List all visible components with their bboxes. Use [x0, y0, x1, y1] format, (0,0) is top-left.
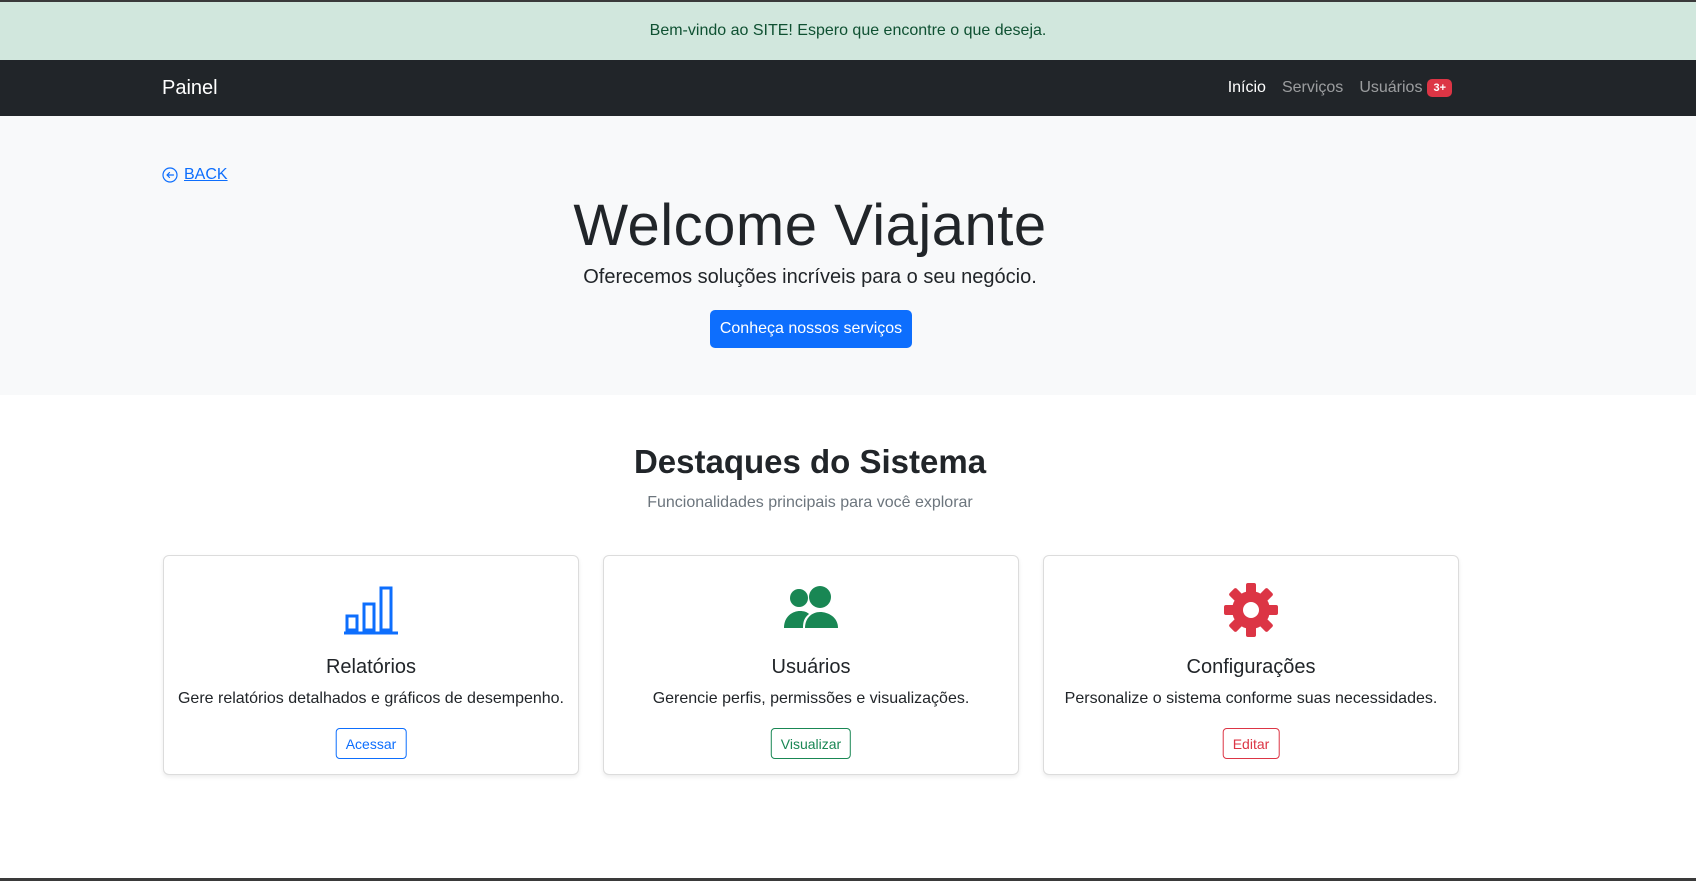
nav-item-label: Usuários: [1359, 79, 1423, 96]
hero-title: Welcome Viajante: [573, 193, 1047, 258]
hero-section: BACK Welcome Viajante Oferecemos soluçõe…: [0, 116, 1696, 395]
feature-card-usuarios: Usuários Gerencie perfis, permissões e v…: [603, 555, 1019, 775]
acessar-button[interactable]: Acessar: [335, 728, 407, 759]
card-text: Personalize o sistema conforme suas nece…: [1064, 690, 1438, 707]
card-title: Configurações: [1186, 656, 1316, 678]
feature-card-configuracoes: Configurações Personalize o sistema conf…: [1043, 555, 1459, 775]
nav-links: Início Serviços Usuários 3+: [1228, 60, 1452, 116]
welcome-alert: Bem-vindo ao SITE! Espero que encontre o…: [0, 0, 1696, 60]
feature-card-relatorios: Relatórios Gere relatórios detalhados e …: [163, 555, 579, 775]
card-text: Gerencie perfis, permissões e visualizaç…: [652, 690, 970, 707]
back-link[interactable]: BACK: [162, 166, 228, 184]
section-subtitle: Funcionalidades principais para você exp…: [647, 494, 973, 511]
people-icon: [784, 586, 838, 628]
cta-button[interactable]: Conheça nossos serviços: [710, 310, 912, 348]
editar-button[interactable]: Editar: [1222, 728, 1280, 759]
alert-text: Bem-vindo ao SITE! Espero que encontre o…: [649, 22, 1047, 39]
card-title: Relatórios: [325, 656, 417, 678]
navbar-brand[interactable]: Painel: [162, 60, 218, 116]
nav-item-label: Início: [1227, 79, 1266, 96]
hero-subtitle: Oferecemos soluções incríveis para o seu…: [583, 266, 1037, 288]
nav-item-inicio[interactable]: Início: [1228, 79, 1266, 97]
visualizar-button[interactable]: Visualizar: [770, 728, 852, 759]
gear-icon: [1224, 583, 1278, 637]
nav-item-servicos[interactable]: Serviços: [1282, 79, 1343, 97]
bar-chart-icon: [344, 586, 398, 635]
card-title: Usuários: [771, 656, 851, 678]
page: Bem-vindo ao SITE! Espero que encontre o…: [0, 0, 1696, 881]
arrow-left-circle-icon: [162, 167, 178, 183]
nav-item-usuarios[interactable]: Usuários 3+: [1359, 79, 1452, 97]
notification-badge: 3+: [1427, 79, 1452, 97]
back-label: BACK: [184, 166, 228, 183]
nav-item-label: Serviços: [1281, 79, 1344, 96]
section-title: Destaques do Sistema: [633, 443, 987, 480]
top-navbar: Painel Início Serviços Usuários 3+: [0, 60, 1696, 116]
card-text: Gere relatórios detalhados e gráficos de…: [177, 690, 564, 707]
